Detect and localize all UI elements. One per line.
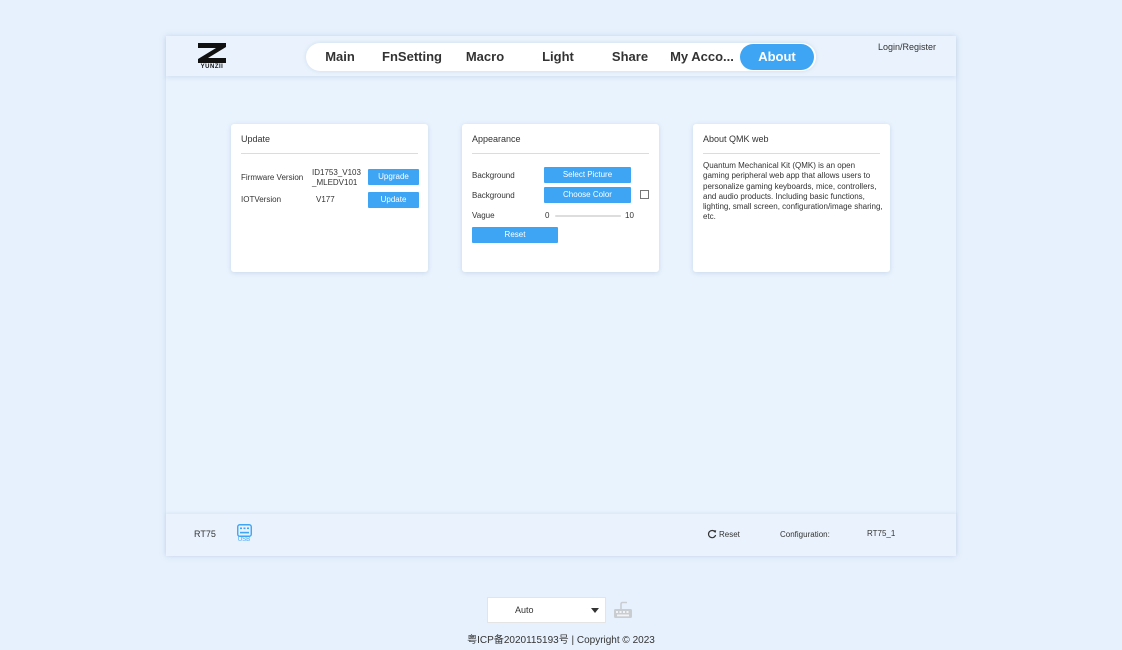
tab-about[interactable]: About [740,44,814,70]
select-picture-button[interactable]: Select Picture [544,167,631,183]
vague-slider[interactable] [555,215,621,217]
configuration-label: Configuration: [780,530,830,539]
device-model: RT75 [194,529,216,539]
keyboard-settings-icon[interactable] [613,601,633,619]
mode-select-value: Auto [515,605,534,615]
yunzii-logo-icon [198,43,226,63]
configuration-value[interactable]: RT75_1 [867,529,895,538]
copyright-text: 粤ICP备2020115193号 | Copyright © 2023 [467,635,655,646]
background-picture-label: Background [472,171,515,180]
tab-macro[interactable]: Macro [450,44,520,70]
status-bar: RT75 USB Reset Configuration: RT75_1 [166,514,956,556]
firmware-version-label: Firmware Version [241,173,304,182]
background-color-label: Background [472,191,515,200]
choose-color-button[interactable]: Choose Color [544,187,631,203]
usb-connection[interactable]: USB [235,524,253,543]
update-button[interactable]: Update [368,192,419,208]
header: YUNZII Main FnSetting Macro Light Share … [166,36,956,76]
appearance-card-title: Appearance [472,134,521,144]
about-description: Quantum Mechanical Kit (QMK) is an open … [703,161,883,222]
refresh-icon [707,529,717,539]
about-card-title: About QMK web [703,134,769,144]
upgrade-button[interactable]: Upgrade [368,169,419,185]
keyboard-icon [236,524,252,537]
iot-version-value: V177 [316,195,335,204]
vague-max: 10 [625,211,634,220]
tab-my-account[interactable]: My Acco... [664,44,740,70]
tab-main[interactable]: Main [306,44,374,70]
app-frame: YUNZII Main FnSetting Macro Light Share … [166,36,956,556]
reset-link[interactable]: Reset [707,529,740,539]
tab-fnsetting[interactable]: FnSetting [374,44,450,70]
vague-label: Vague [472,211,495,220]
background-color-checkbox[interactable] [640,190,649,199]
divider [472,153,649,154]
vague-min: 0 [545,211,550,220]
update-card-title: Update [241,134,271,144]
divider [703,153,880,154]
usb-label: USB [237,537,251,543]
brand-name: YUNZII [200,64,224,70]
reset-label: Reset [719,529,740,539]
tab-share[interactable]: Share [596,44,664,70]
divider [241,153,418,154]
update-card: Update Firmware Version ID1753_V103 _MLE… [231,124,428,272]
appearance-card: Appearance Background Select Picture Bac… [462,124,659,272]
chevron-down-icon [591,608,599,613]
brand-logo[interactable]: YUNZII [194,41,230,71]
tab-light[interactable]: Light [520,44,596,70]
login-register-link[interactable]: Login/Register [878,42,936,52]
appearance-reset-button[interactable]: Reset [472,227,558,243]
mode-select[interactable]: Auto [487,597,606,623]
about-card: About QMK web Quantum Mechanical Kit (QM… [693,124,890,272]
main-nav: Main FnSetting Macro Light Share My Acco… [306,43,816,71]
iot-version-label: IOTVersion [241,195,282,204]
firmware-version-value: ID1753_V103 _MLEDV101 [312,168,361,187]
